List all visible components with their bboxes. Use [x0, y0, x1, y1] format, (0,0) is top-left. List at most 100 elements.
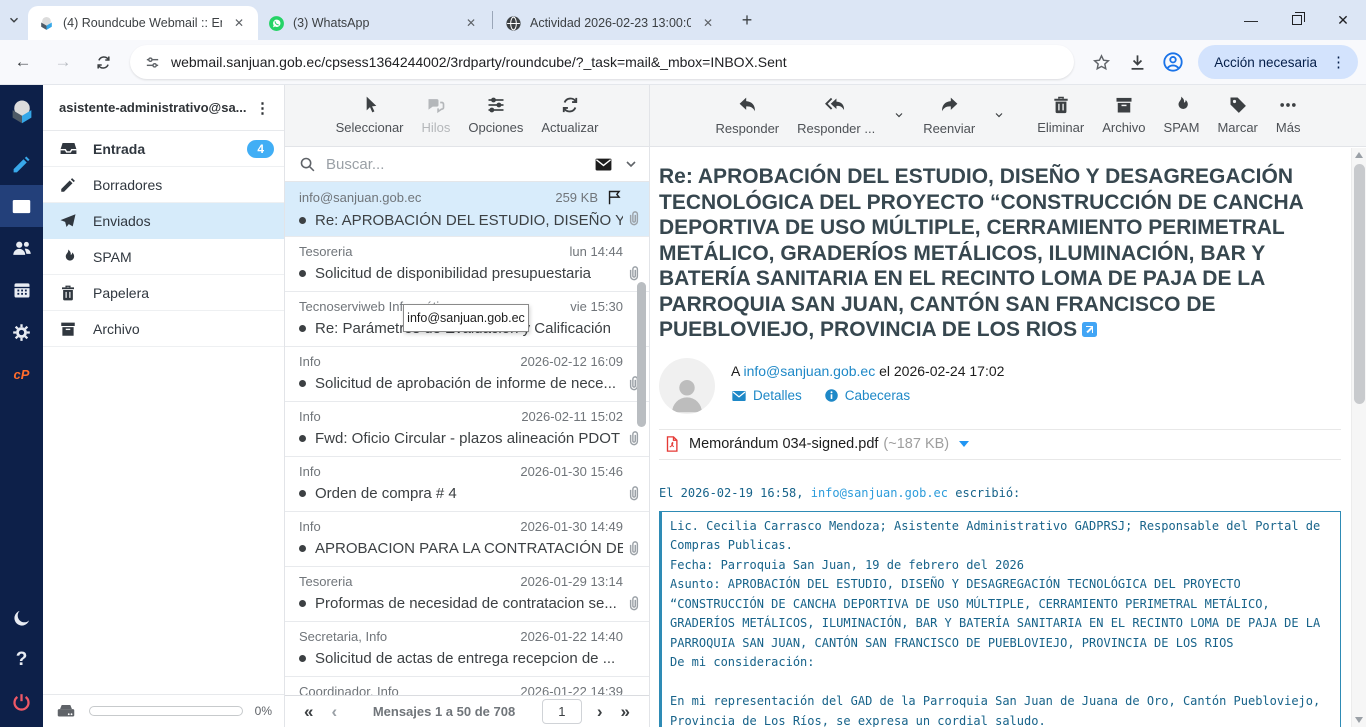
sidebar-item-archivo[interactable]: Archivo — [43, 311, 284, 347]
site-info-icon[interactable] — [144, 54, 161, 71]
tab-close-icon[interactable]: ✕ — [699, 14, 717, 32]
tab-close-icon[interactable]: ✕ — [230, 14, 248, 32]
reader-scrollbar[interactable] — [1351, 148, 1366, 727]
whatsapp-favicon — [268, 15, 285, 32]
contacts-nav-button[interactable] — [0, 227, 43, 269]
flag-icon[interactable] — [606, 189, 623, 206]
sidebar-item-enviados[interactable]: Enviados — [43, 203, 284, 239]
archive-icon — [59, 320, 79, 338]
unread-dot — [299, 545, 306, 552]
page-number-input[interactable] — [542, 699, 582, 724]
address-bar[interactable]: webmail.sanjuan.gob.ec/cpsess1364244002/… — [130, 45, 1074, 79]
inbox-icon — [59, 139, 79, 158]
mail-nav-button[interactable] — [0, 185, 43, 227]
list-item[interactable]: Tesorerialun 14:44 Solicitud de disponib… — [285, 237, 649, 292]
unread-dot — [299, 380, 306, 387]
quota-progress-bar — [89, 706, 243, 716]
attachment-clip-icon — [625, 595, 643, 613]
search-scope-envelope-icon[interactable] — [594, 155, 613, 174]
message-toolbar: Responder Responder ... Reenviar Elimina… — [650, 85, 1366, 147]
list-item[interactable]: info@sanjuan.gob.ec259 KB Re: APROBACIÓN… — [285, 182, 649, 237]
last-page-button[interactable]: » — [612, 702, 639, 722]
threads-button[interactable]: Hilos — [413, 85, 460, 135]
more-button[interactable]: Más — [1267, 85, 1310, 146]
browser-navbar: ← → webmail.sanjuan.gob.ec/cpsess1364244… — [0, 40, 1366, 85]
list-item[interactable]: Info2026-02-12 16:09 Solicitud de aproba… — [285, 347, 649, 402]
sidebar-item-entrada[interactable]: Entrada 4 — [43, 131, 284, 167]
scroll-down-arrow-icon[interactable] — [1355, 717, 1363, 723]
forward-button[interactable]: → — [46, 45, 80, 79]
minimize-button[interactable]: — — [1228, 0, 1274, 40]
help-button[interactable]: ? — [0, 639, 43, 681]
list-item[interactable]: Info2026-01-30 14:49 APROBACION PARA LA … — [285, 512, 649, 567]
mark-button[interactable]: Marcar — [1208, 85, 1266, 146]
unread-dot — [299, 270, 306, 277]
headers-link[interactable]: Cabeceras — [824, 388, 910, 403]
back-button[interactable]: ← — [6, 45, 40, 79]
browser-tab-actividad[interactable]: Actividad 2026-02-23 13:00:00 ✕ — [495, 6, 727, 40]
downloads-icon[interactable] — [1120, 45, 1154, 79]
quote-header: El 2026-02-19 16:58, info@sanjuan.gob.ec… — [659, 484, 1341, 503]
attachment-row[interactable]: Memorándum 034-signed.pdf (~187 KB) — [659, 429, 1341, 460]
tab-search-chevron-icon[interactable] — [0, 0, 28, 40]
unread-dot — [299, 490, 306, 497]
list-item[interactable]: Secretaria, Info2026-01-22 14:40 Solicit… — [285, 622, 649, 677]
forward-button[interactable]: Reenviar — [914, 85, 984, 146]
scrollbar-thumb[interactable] — [1354, 164, 1365, 404]
options-button[interactable]: Opciones — [459, 85, 532, 135]
tab-separator — [492, 11, 493, 29]
quoted-email-link[interactable]: info@sanjuan.gob.ec — [811, 486, 948, 500]
spam-button[interactable]: SPAM — [1155, 85, 1209, 146]
new-tab-button[interactable]: + — [733, 6, 761, 34]
next-page-button[interactable]: › — [588, 702, 612, 722]
browser-tab-whatsapp[interactable]: (3) WhatsApp ✕ — [258, 6, 490, 40]
compose-button[interactable] — [0, 143, 43, 185]
select-button[interactable]: Seleccionar — [327, 85, 413, 135]
tab-close-icon[interactable]: ✕ — [462, 14, 480, 32]
refresh-button[interactable]: Actualizar — [532, 85, 607, 135]
calendar-nav-button[interactable] — [0, 269, 43, 311]
search-input[interactable] — [326, 156, 594, 173]
archive-button[interactable]: Archivo — [1093, 85, 1154, 146]
search-icon[interactable] — [299, 156, 316, 173]
browser-tab-roundcube[interactable]: (4) Roundcube Webmail :: Envia ✕ — [28, 6, 258, 40]
reply-button[interactable]: Responder — [707, 85, 789, 146]
info-icon — [824, 388, 839, 403]
search-options-chevron-icon[interactable] — [623, 156, 639, 172]
forward-dropdown-icon[interactable] — [984, 85, 1014, 146]
bookmark-star-icon[interactable] — [1084, 45, 1118, 79]
list-scrollbar[interactable] — [637, 282, 647, 482]
sidebar-item-spam[interactable]: SPAM — [43, 239, 284, 275]
list-item[interactable]: Info2026-02-11 15:02 Fwd: Oficio Circula… — [285, 402, 649, 457]
sidebar-item-papelera[interactable]: Papelera — [43, 275, 284, 311]
attachment-dropdown-icon[interactable] — [959, 441, 969, 447]
first-page-button[interactable]: « — [295, 702, 322, 722]
profile-avatar-icon[interactable] — [1156, 45, 1190, 79]
prev-page-button[interactable]: ‹ — [322, 702, 346, 722]
logout-button[interactable] — [0, 681, 43, 723]
recipient-email-link[interactable]: info@sanjuan.gob.ec — [743, 363, 875, 379]
attachment-clip-icon — [625, 210, 643, 228]
settings-nav-button[interactable] — [0, 311, 43, 353]
restore-button[interactable] — [1274, 0, 1320, 40]
close-button[interactable]: ✕ — [1320, 0, 1366, 40]
account-menu-icon[interactable]: ⋮ — [247, 99, 278, 117]
delete-button[interactable]: Eliminar — [1028, 85, 1093, 146]
reply-all-button[interactable]: Responder ... — [788, 85, 884, 146]
message-content: Re: APROBACIÓN DEL ESTUDIO, DISEÑO Y DES… — [650, 148, 1351, 727]
tab-title: (3) WhatsApp — [293, 16, 454, 30]
action-needed-chip[interactable]: Acción necesaria ⋮ — [1198, 45, 1358, 79]
sidebar-item-borradores[interactable]: Borradores — [43, 167, 284, 203]
cpanel-button[interactable]: cP — [0, 353, 43, 395]
scroll-up-arrow-icon[interactable] — [1355, 152, 1363, 158]
dark-mode-button[interactable] — [0, 597, 43, 639]
external-link-icon[interactable] — [1082, 322, 1097, 337]
message-list: info@sanjuan.gob.ec259 KB Re: APROBACIÓN… — [285, 182, 649, 695]
list-item[interactable]: Tesoreria2026-01-29 13:14 Proformas de n… — [285, 567, 649, 622]
list-item[interactable]: Info2026-01-30 15:46 Orden de compra # 4 — [285, 457, 649, 512]
reply-all-dropdown-icon[interactable] — [884, 85, 914, 146]
list-item[interactable]: Coordinador, Info2026-01-22 14:39 — [285, 677, 649, 695]
reload-button[interactable] — [86, 45, 120, 79]
details-link[interactable]: Detalles — [731, 388, 802, 404]
browser-menu-icon[interactable]: ⋮ — [1325, 53, 1352, 71]
